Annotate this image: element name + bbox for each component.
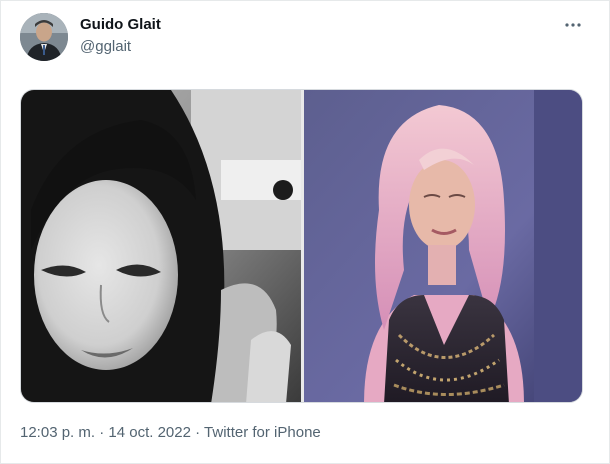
- author-avatar[interactable]: [20, 13, 68, 61]
- more-horizontal-icon: [565, 23, 581, 27]
- author-display-name[interactable]: Guido Glait: [80, 16, 161, 34]
- photo-1[interactable]: [21, 90, 301, 402]
- tweet-date[interactable]: 14 oct. 2022: [108, 424, 191, 441]
- more-options-button[interactable]: [559, 15, 587, 35]
- avatar-photo: [20, 13, 68, 61]
- author-handle[interactable]: @gglait: [80, 38, 131, 56]
- meta-separator: ·: [190, 424, 205, 441]
- tweet-card: Guido Glait @gglait 12:03 p. m. · 14 oct…: [0, 0, 610, 464]
- photo-2[interactable]: [304, 90, 582, 402]
- tweet-source[interactable]: Twitter for iPhone: [204, 424, 321, 441]
- photo-1-image: [21, 90, 301, 402]
- meta-separator: ·: [95, 424, 109, 441]
- media-grid: [20, 89, 583, 403]
- tweet-time[interactable]: 12:03 p. m.: [20, 424, 95, 441]
- photo-2-image: [304, 90, 582, 402]
- tweet-meta: 12:03 p. m. · 14 oct. 2022 · Twitter for…: [20, 423, 321, 443]
